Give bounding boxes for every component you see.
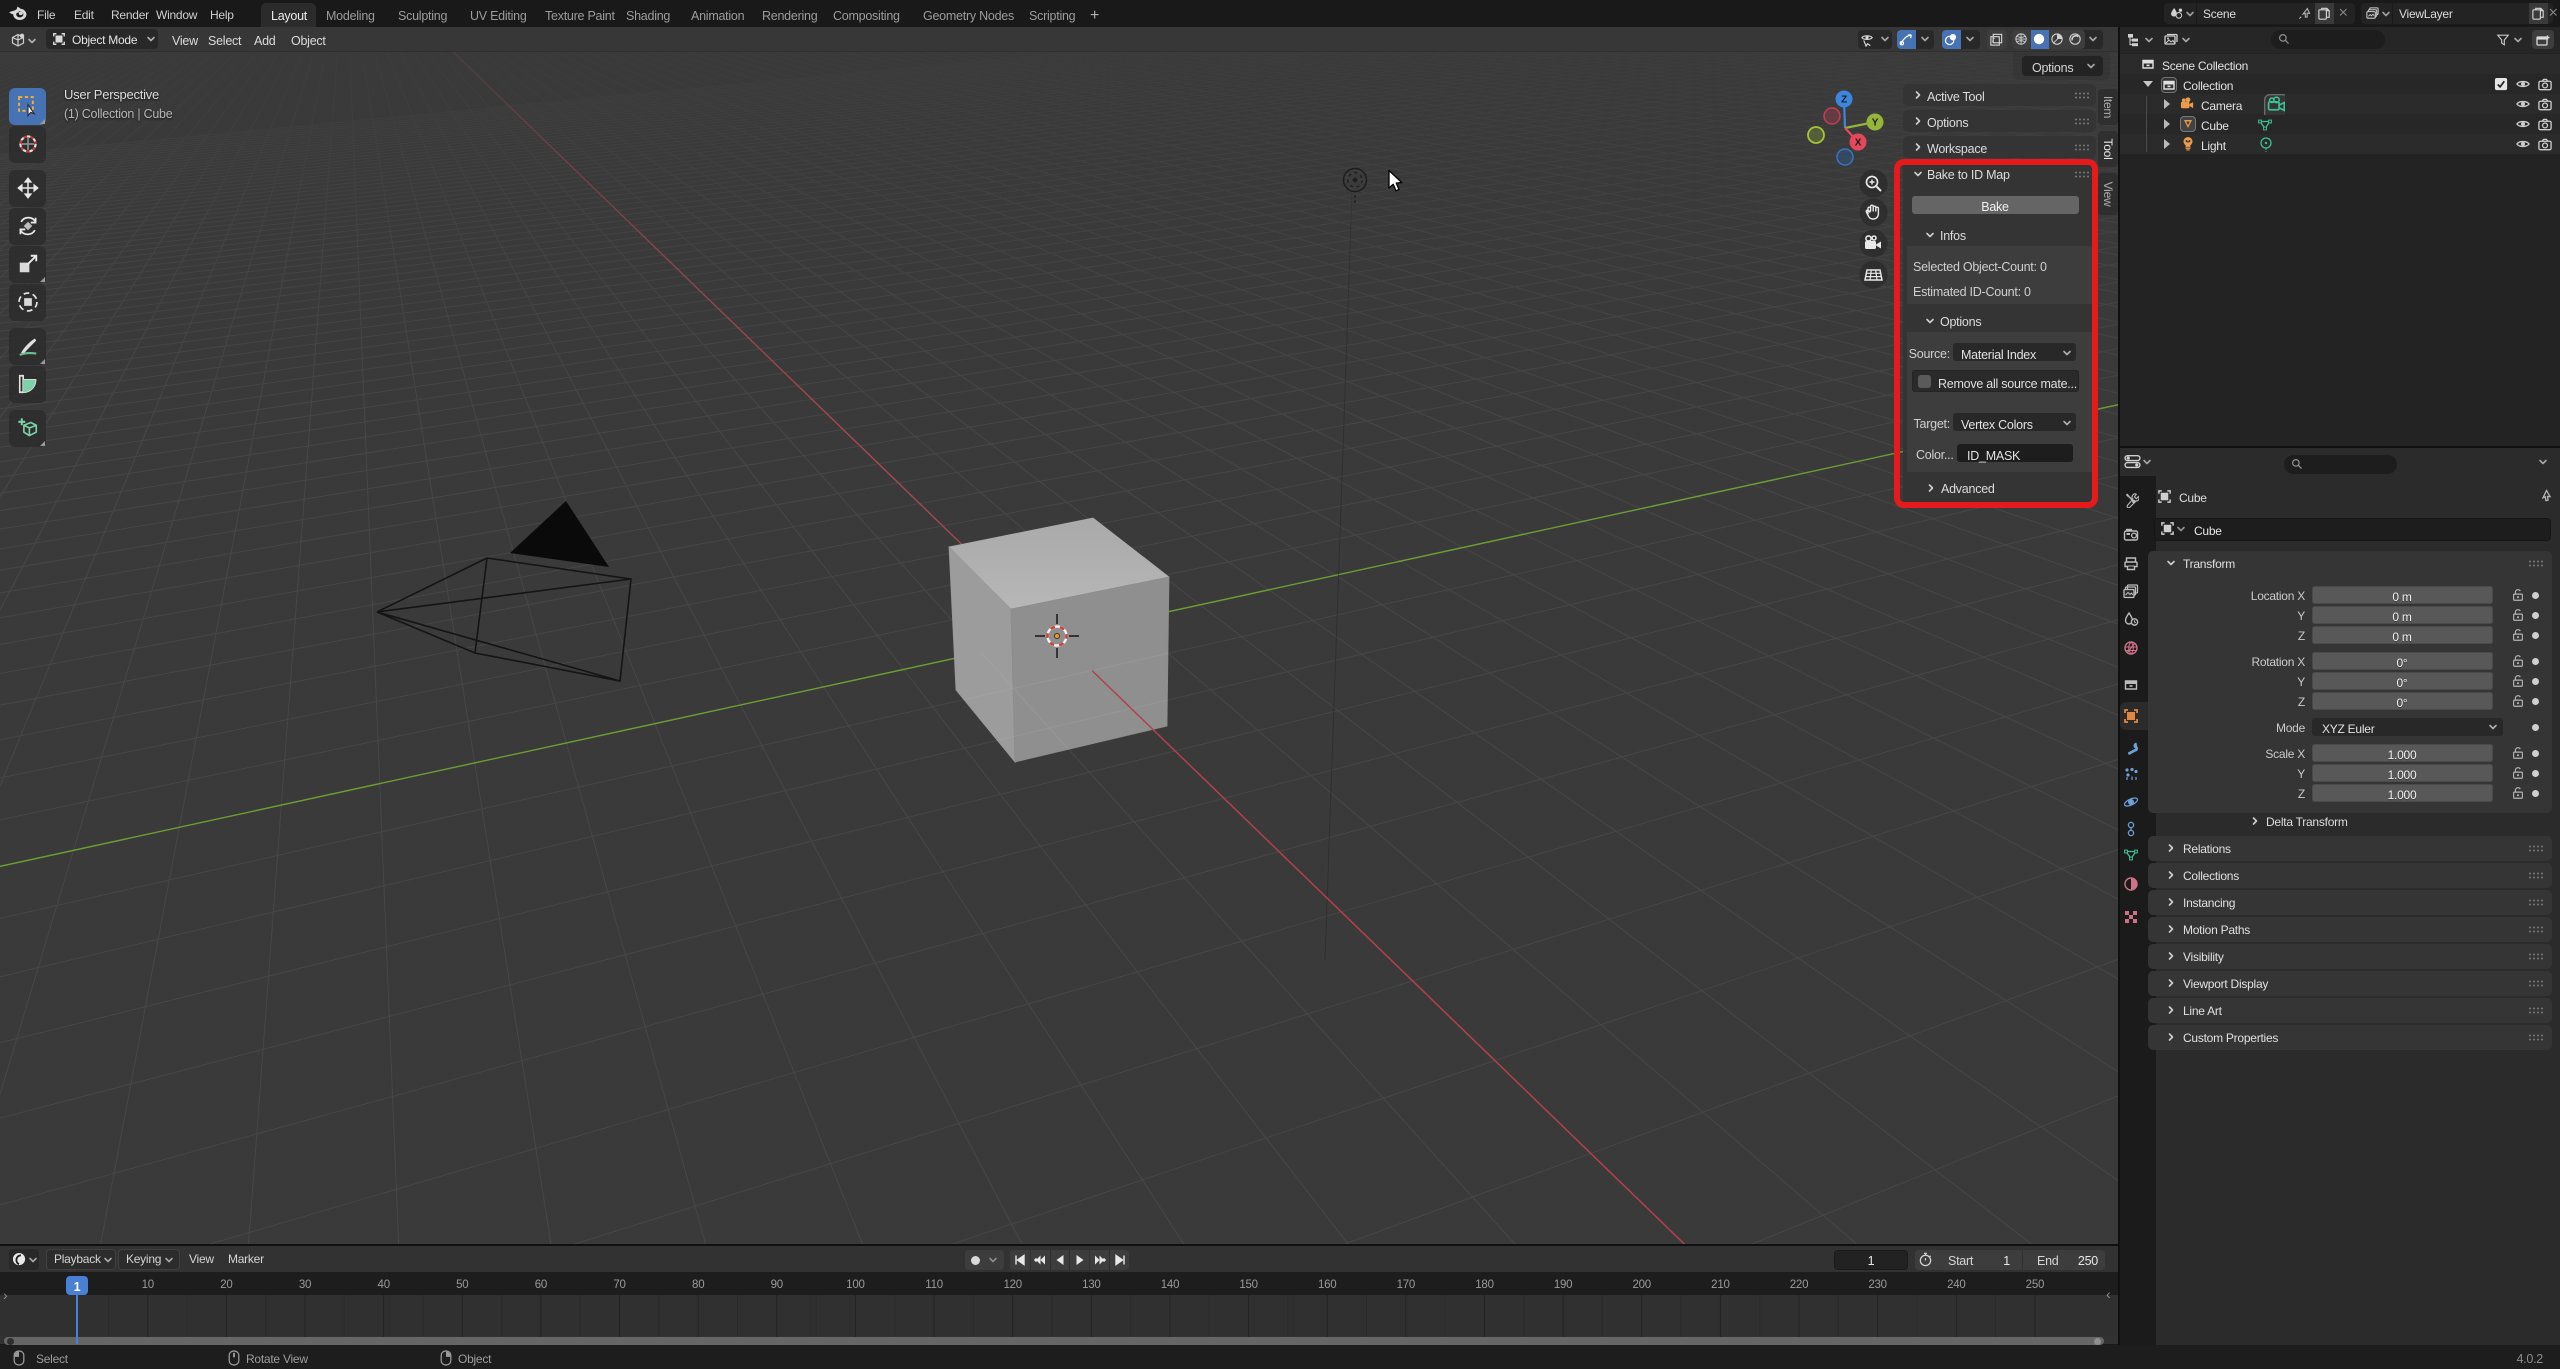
svg-text:10: 10 [142, 1279, 154, 1291]
svg-text:230: 230 [1868, 1279, 1886, 1291]
svg-text:250: 250 [2026, 1279, 2044, 1291]
svg-text:160: 160 [1318, 1279, 1336, 1291]
svg-text:View: View [2101, 182, 2115, 207]
svg-text:180: 180 [1475, 1279, 1493, 1291]
svg-text:Item: Item [2101, 96, 2115, 119]
svg-text:30: 30 [299, 1279, 311, 1291]
svg-text:60: 60 [535, 1279, 547, 1291]
svg-text:130: 130 [1082, 1279, 1100, 1291]
svg-text:120: 120 [1003, 1279, 1021, 1291]
svg-text:40: 40 [378, 1279, 390, 1291]
svg-text:170: 170 [1397, 1279, 1415, 1291]
svg-text:140: 140 [1161, 1279, 1179, 1291]
svg-text:50: 50 [456, 1279, 468, 1291]
svg-text:220: 220 [1790, 1279, 1808, 1291]
svg-text:X: X [1855, 138, 1862, 149]
svg-text:200: 200 [1632, 1279, 1650, 1291]
svg-text:100: 100 [846, 1279, 864, 1291]
svg-text:Z: Z [1841, 95, 1847, 106]
svg-text:110: 110 [925, 1279, 943, 1291]
svg-text:240: 240 [1947, 1279, 1965, 1291]
svg-text:210: 210 [1711, 1279, 1729, 1291]
svg-text:90: 90 [771, 1279, 783, 1291]
svg-text:190: 190 [1554, 1279, 1572, 1291]
svg-text:150: 150 [1239, 1279, 1257, 1291]
svg-text:Y: Y [1872, 118, 1879, 129]
svg-text:80: 80 [692, 1279, 704, 1291]
svg-text:20: 20 [220, 1279, 232, 1291]
svg-text:Tool: Tool [2101, 138, 2115, 159]
svg-text:70: 70 [613, 1279, 625, 1291]
